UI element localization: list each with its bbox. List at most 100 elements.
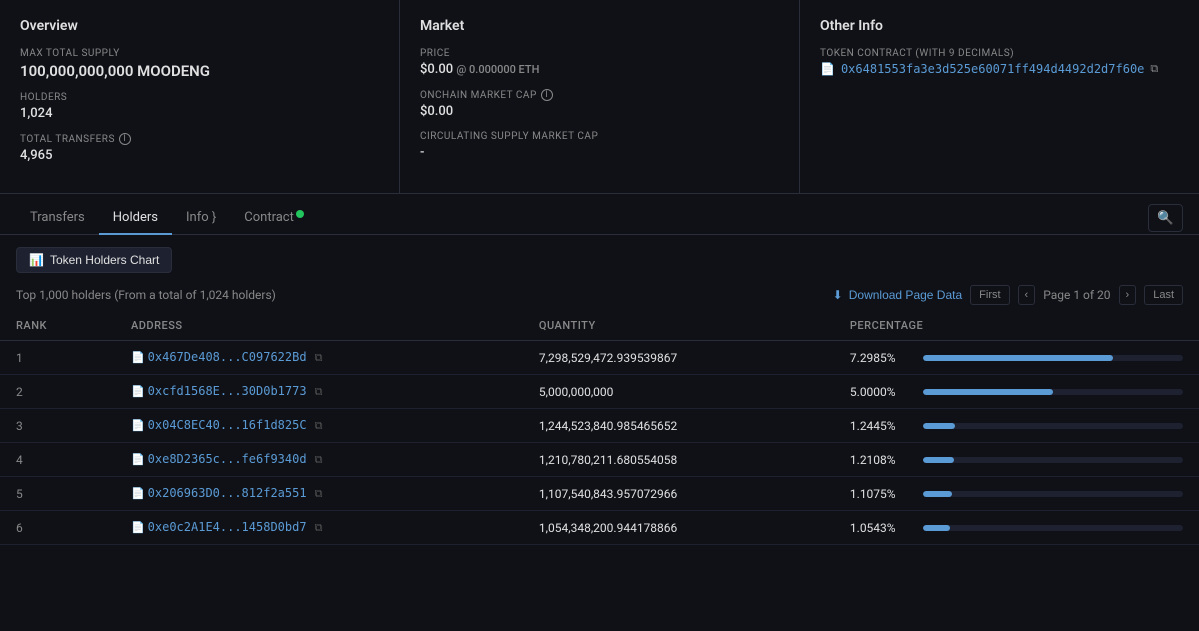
first-page-button[interactable]: First bbox=[970, 285, 1009, 305]
percentage-bar-fill bbox=[923, 355, 1113, 361]
next-page-button[interactable]: › bbox=[1119, 285, 1137, 305]
table-row: 4 📄 0xe8D2365c...fe6f9340d ⧉ 1,210,780,2… bbox=[0, 443, 1199, 477]
table-row: 5 📄 0x206963D0...812f2a551 ⧉ 1,107,540,8… bbox=[0, 477, 1199, 511]
quantity-cell: 1,054,348,200.944178866 bbox=[523, 511, 834, 545]
token-holders-chart-button[interactable]: 📊 Token Holders Chart bbox=[16, 247, 172, 273]
address-link[interactable]: 0x206963D0...812f2a551 bbox=[148, 486, 307, 500]
contract-file-icon: 📄 bbox=[131, 385, 145, 398]
address-cell: 📄 0x04C8EC40...16f1d825C ⧉ bbox=[115, 409, 523, 443]
percentage-cell: 5.0000% bbox=[834, 375, 1199, 409]
address-cell: 📄 0xe8D2365c...fe6f9340d ⧉ bbox=[115, 443, 523, 477]
contract-copy-button[interactable]: ⧉ bbox=[1150, 63, 1158, 76]
market-card: Market PRICE $0.00 @ 0.000000 ETH ONCHAI… bbox=[400, 0, 800, 193]
contract-file-icon: 📄 bbox=[131, 453, 145, 466]
percentage-bar-bg bbox=[923, 355, 1183, 361]
table-toolbar: Top 1,000 holders (From a total of 1,024… bbox=[0, 285, 1199, 311]
max-supply-label: MAX TOTAL SUPPLY bbox=[20, 48, 379, 59]
percentage-bar-fill bbox=[923, 491, 952, 497]
table-row: 2 📄 0xcfd1568E...30D0b1773 ⧉ 5,000,000,0… bbox=[0, 375, 1199, 409]
percentage-label: 5.0000% bbox=[850, 385, 915, 399]
tab-holders[interactable]: Holders bbox=[99, 202, 172, 235]
market-title: Market bbox=[420, 18, 779, 34]
table-search-button[interactable]: 🔍 bbox=[1148, 204, 1183, 232]
quantity-cell: 1,210,780,211.680554058 bbox=[523, 443, 834, 477]
percentage-bar-fill bbox=[923, 423, 955, 429]
contract-file-icon: 📄 bbox=[131, 419, 145, 432]
contract-file-icon: 📄 bbox=[131, 487, 145, 500]
address-copy-icon[interactable]: ⧉ bbox=[315, 521, 323, 534]
col-percentage: Percentage bbox=[834, 311, 1199, 341]
address-link[interactable]: 0xe0c2A1E4...1458D0bd7 bbox=[148, 520, 307, 534]
percentage-cell: 1.2108% bbox=[834, 443, 1199, 477]
tab-info[interactable]: Info } bbox=[172, 202, 230, 235]
prev-page-button[interactable]: ‹ bbox=[1018, 285, 1036, 305]
holders-info-text: Top 1,000 holders (From a total of 1,024… bbox=[16, 288, 276, 302]
percentage-bar-bg bbox=[923, 491, 1183, 497]
address-link[interactable]: 0x04C8EC40...16f1d825C bbox=[148, 418, 307, 432]
address-cell: 📄 0xcfd1568E...30D0b1773 ⧉ bbox=[115, 375, 523, 409]
percentage-bar-bg bbox=[923, 423, 1183, 429]
download-page-data-button[interactable]: ⬇ Download Page Data bbox=[833, 288, 962, 302]
col-address: Address bbox=[115, 311, 523, 341]
onchain-cap-label: ONCHAIN MARKET CAP i bbox=[420, 89, 779, 101]
table-body: 1 📄 0x467De408...C097622Bd ⧉ 7,298,529,4… bbox=[0, 341, 1199, 545]
contract-value: 📄 0x6481553fa3e3d525e60071ff494d4492d2d7… bbox=[820, 62, 1179, 76]
address-copy-icon[interactable]: ⧉ bbox=[315, 453, 323, 466]
page-info: Page 1 of 20 bbox=[1043, 288, 1110, 302]
tab-transfers[interactable]: Transfers bbox=[16, 202, 99, 235]
transfers-info-icon[interactable]: i bbox=[119, 133, 131, 145]
table-row: 3 📄 0x04C8EC40...16f1d825C ⧉ 1,244,523,8… bbox=[0, 409, 1199, 443]
percentage-label: 1.2445% bbox=[850, 419, 915, 433]
percentage-bar-bg bbox=[923, 389, 1183, 395]
rank-cell: 3 bbox=[0, 409, 115, 443]
max-supply-value: 100,000,000,000 MOODENG bbox=[20, 62, 379, 80]
price-eth: @ 0.000000 ETH bbox=[456, 63, 539, 76]
other-info-title: Other Info bbox=[820, 18, 1179, 34]
address-cell: 📄 0xe0c2A1E4...1458D0bd7 ⧉ bbox=[115, 511, 523, 545]
onchain-cap-info-icon[interactable]: i bbox=[541, 89, 553, 101]
price-value: $0.00 @ 0.000000 ETH bbox=[420, 62, 779, 77]
percentage-label: 1.0543% bbox=[850, 521, 915, 535]
pagination-controls: ⬇ Download Page Data First ‹ Page 1 of 2… bbox=[833, 285, 1183, 305]
holders-value: 1,024 bbox=[20, 106, 379, 121]
address-link[interactable]: 0xe8D2365c...fe6f9340d bbox=[148, 452, 307, 466]
holders-table: Rank Address Quantity Percentage 1 📄 0x4… bbox=[0, 311, 1199, 545]
circ-cap-value: - bbox=[420, 145, 779, 160]
quantity-cell: 7,298,529,472.939539867 bbox=[523, 341, 834, 375]
percentage-bar-fill bbox=[923, 525, 950, 531]
percentage-label: 7.2985% bbox=[850, 351, 915, 365]
address-link[interactable]: 0xcfd1568E...30D0b1773 bbox=[148, 384, 307, 398]
tabs-bar: Transfers Holders Info } Contract 🔍 bbox=[0, 194, 1199, 235]
rank-cell: 5 bbox=[0, 477, 115, 511]
percentage-bar-fill bbox=[923, 457, 954, 463]
percentage-bar-bg bbox=[923, 457, 1183, 463]
holders-label: HOLDERS bbox=[20, 92, 379, 103]
table-header: Rank Address Quantity Percentage bbox=[0, 311, 1199, 341]
onchain-cap-value: $0.00 bbox=[420, 104, 779, 119]
price-label: PRICE bbox=[420, 48, 779, 59]
address-copy-icon[interactable]: ⧉ bbox=[315, 487, 323, 500]
circ-cap-label: CIRCULATING SUPPLY MARKET CAP bbox=[420, 131, 779, 142]
chevron-right-icon: › bbox=[1126, 289, 1130, 301]
address-copy-icon[interactable]: ⧉ bbox=[315, 419, 323, 432]
quantity-cell: 5,000,000,000 bbox=[523, 375, 834, 409]
tab-contract[interactable]: Contract bbox=[230, 202, 308, 235]
address-cell: 📄 0x206963D0...812f2a551 ⧉ bbox=[115, 477, 523, 511]
chart-btn-row: 📊 Token Holders Chart bbox=[0, 235, 1199, 285]
address-copy-icon[interactable]: ⧉ bbox=[315, 385, 323, 398]
rank-cell: 6 bbox=[0, 511, 115, 545]
contract-check-badge bbox=[296, 210, 304, 218]
col-rank: Rank bbox=[0, 311, 115, 341]
chevron-left-icon: ‹ bbox=[1025, 289, 1029, 301]
quantity-cell: 1,244,523,840.985465652 bbox=[523, 409, 834, 443]
overview-title: Overview bbox=[20, 18, 379, 34]
address-link[interactable]: 0x467De408...C097622Bd bbox=[148, 350, 307, 364]
percentage-bar-bg bbox=[923, 525, 1183, 531]
last-page-button[interactable]: Last bbox=[1144, 285, 1183, 305]
address-copy-icon[interactable]: ⧉ bbox=[315, 351, 323, 364]
col-quantity: Quantity bbox=[523, 311, 834, 341]
other-info-card: Other Info TOKEN CONTRACT (WITH 9 DECIMA… bbox=[800, 0, 1199, 193]
percentage-bar-fill bbox=[923, 389, 1053, 395]
contract-file-icon: 📄 bbox=[131, 351, 145, 364]
search-icon: 🔍 bbox=[1157, 210, 1174, 225]
